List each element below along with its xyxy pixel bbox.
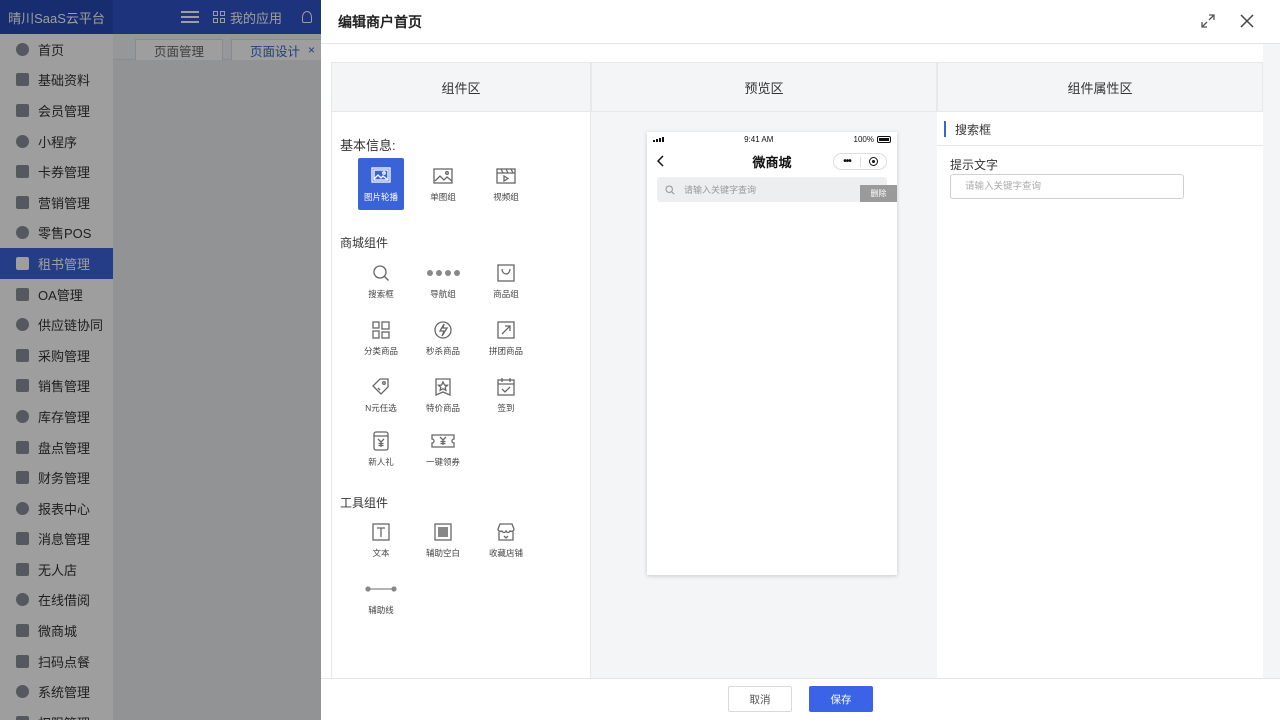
component-label: 特价商品 <box>425 402 460 413</box>
back-arrow-icon[interactable] <box>657 155 665 167</box>
component-product-group[interactable]: 商品组 <box>483 255 529 307</box>
close-icon[interactable] <box>1239 13 1255 29</box>
calendar-check-icon <box>497 377 515 396</box>
component-favorite-store[interactable]: 收藏店铺 <box>483 514 529 566</box>
preview-search-bar[interactable]: 请输入关键字查询 <box>657 177 887 202</box>
component-sign-in[interactable]: 签到 <box>483 369 529 421</box>
image-carousel-icon <box>371 166 391 183</box>
component-label: 商品组 <box>493 288 519 299</box>
component-group-buy[interactable]: 拼团商品 <box>483 312 529 364</box>
component-label: 签到 <box>497 402 515 413</box>
section-tool-components: 工具组件 <box>340 496 389 510</box>
coupon-icon <box>431 433 455 448</box>
components-column-header: 组件区 <box>331 62 591 112</box>
component-label: 搜索框 <box>368 288 394 299</box>
component-search-box[interactable]: 搜索框 <box>358 255 404 307</box>
phone-nav-bar: 微商城 ••• <box>647 146 897 176</box>
image-icon <box>433 167 453 184</box>
price-tag-icon <box>372 377 389 395</box>
divider <box>937 145 1263 146</box>
hint-text-input[interactable] <box>950 174 1184 199</box>
cancel-button[interactable]: 取消 <box>728 686 792 712</box>
battery-icon <box>876 135 891 143</box>
component-single-image[interactable]: 单图组 <box>420 158 466 210</box>
text-icon <box>372 522 390 541</box>
component-label: 拼团商品 <box>488 345 523 356</box>
preview-search-placeholder: 请输入关键字查询 <box>684 185 757 195</box>
component-label: N元任选 <box>365 402 397 413</box>
component-n-yuan-pick[interactable]: N元任选 <box>358 369 404 421</box>
component-label: 单图组 <box>430 191 456 202</box>
search-icon <box>665 184 675 195</box>
category-icon <box>372 320 390 339</box>
component-flash-sale[interactable]: 秒杀商品 <box>420 312 466 364</box>
drawer-header: 编辑商户首页 <box>321 0 1280 44</box>
drawer-scroll-strip <box>1263 44 1280 678</box>
video-icon <box>496 167 516 184</box>
expand-icon[interactable] <box>1201 14 1215 28</box>
components-panel: 基本信息: 商城组件 工具组件 图片轮播 单图组 视频组 搜索框 导航组 商品组 <box>331 112 591 678</box>
component-label: 秒杀商品 <box>425 345 460 356</box>
mini-program-capsule[interactable]: ••• <box>833 153 887 170</box>
drawer-footer: 取消 保存 <box>321 678 1280 720</box>
component-label: 新人礼 <box>368 456 394 467</box>
properties-column-header: 组件属性区 <box>937 62 1263 112</box>
edit-drawer: 编辑商户首页 组件区 预览区 组件属性区 基本信息: 商城组件 工具组件 图片轮… <box>321 0 1280 720</box>
component-special-price[interactable]: 特价商品 <box>420 369 466 421</box>
search-icon <box>373 264 389 281</box>
phone-status-bar: 9:41 AM 100% <box>647 132 897 146</box>
component-label: 视频组 <box>493 191 519 202</box>
component-label: 文本 <box>372 547 390 558</box>
target-icon[interactable] <box>861 157 886 166</box>
component-one-click-coupon[interactable]: 一键领券 <box>420 423 466 475</box>
drawer-title: 编辑商户首页 <box>338 13 422 30</box>
component-newcomer-gift[interactable]: 新人礼 <box>358 423 404 475</box>
gift-icon <box>373 430 389 451</box>
battery-status: 100% <box>854 135 891 144</box>
preview-column-header: 预览区 <box>591 62 937 112</box>
component-label: 导航组 <box>430 288 456 299</box>
product-box-icon <box>497 263 515 282</box>
signal-icon <box>653 136 664 142</box>
component-text[interactable]: 文本 <box>358 514 404 566</box>
phone-page-title: 微商城 <box>752 154 792 170</box>
component-label: 图片轮播 <box>363 191 398 202</box>
battery-text: 100% <box>853 134 874 144</box>
group-buy-icon <box>497 320 515 339</box>
blank-icon <box>434 522 452 541</box>
star-tag-icon <box>435 377 451 396</box>
component-guide-line[interactable]: 辅助线 <box>358 571 404 623</box>
component-label: 一键领券 <box>425 456 460 467</box>
component-label: 辅助线 <box>368 604 394 615</box>
nav-dots-icon <box>427 269 460 276</box>
properties-panel: 搜索框 提示文字 <box>937 112 1263 678</box>
lightning-icon <box>434 320 452 339</box>
component-nav-group[interactable]: 导航组 <box>420 255 466 307</box>
section-basic-info: 基本信息: <box>340 138 396 153</box>
component-image-carousel[interactable]: 图片轮播 <box>358 158 404 210</box>
component-label: 辅助空白 <box>425 547 460 558</box>
save-button[interactable]: 保存 <box>809 686 873 712</box>
component-label: 分类商品 <box>363 345 398 356</box>
component-label: 收藏店铺 <box>488 547 523 558</box>
component-video[interactable]: 视频组 <box>483 158 529 210</box>
phone-preview: 9:41 AM 100% 微商城 ••• 请输入关键字查询 删除 <box>647 132 897 575</box>
store-fav-icon <box>497 522 515 541</box>
preview-panel: 9:41 AM 100% 微商城 ••• 请输入关键字查询 删除 <box>591 112 937 678</box>
component-blank-space[interactable]: 辅助空白 <box>420 514 466 566</box>
delete-component-button[interactable]: 删除 <box>860 185 897 202</box>
line-icon <box>365 585 397 592</box>
status-time: 9:41 AM <box>744 134 774 144</box>
more-dots-icon[interactable]: ••• <box>834 154 860 169</box>
properties-section-title: 搜索框 <box>944 121 991 137</box>
component-category-products[interactable]: 分类商品 <box>358 312 404 364</box>
hint-text-label: 提示文字 <box>950 158 999 172</box>
section-mall-components: 商城组件 <box>340 236 389 250</box>
